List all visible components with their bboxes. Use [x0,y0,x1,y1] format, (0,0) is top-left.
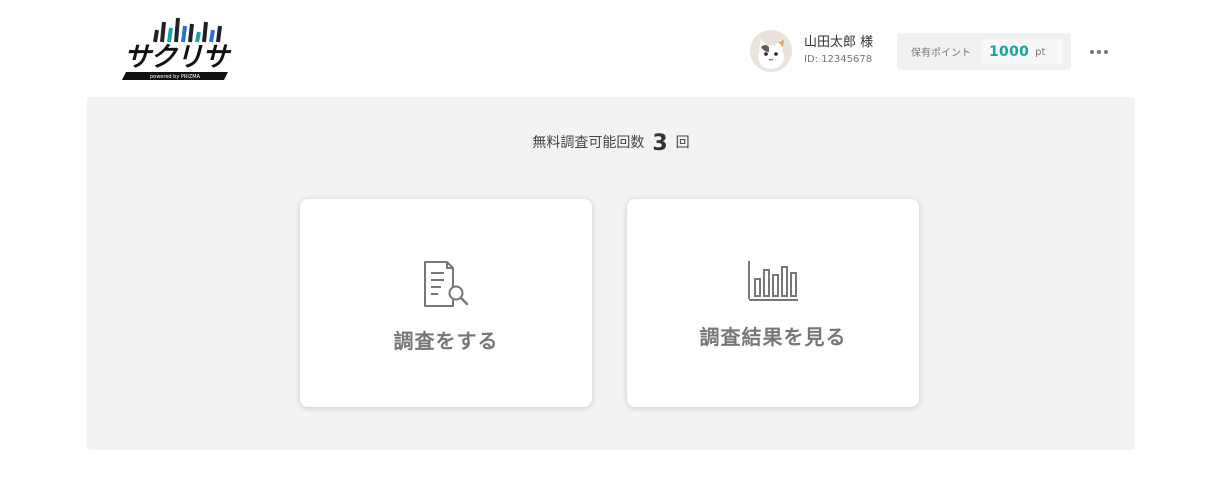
main-panel: 無料調査可能回数 3 回 調査をする 調査結果を見る [87,97,1135,450]
points-unit: pt [1035,47,1046,58]
user-id: ID: 12345678 [804,54,873,66]
cat-avatar-icon [750,30,792,72]
view-results-label: 調査結果を見る [699,325,847,349]
counter-value: 3 [652,131,668,156]
start-survey-card[interactable]: 調査をする [300,199,592,407]
logo-mark: powered by PRIZMA サクリサ [122,17,232,80]
counter-unit: 回 [675,135,690,151]
counter-label: 無料調査可能回数 [532,135,645,151]
logo-wordmark: サクリサ [124,42,232,73]
user-profile[interactable]: 山田太郎 様 ID: 12345678 [750,30,873,72]
more-dots-icon[interactable] [1084,42,1114,62]
points-box: 1000 pt [981,39,1063,64]
view-results-card[interactable]: 調査結果を見る [627,199,919,407]
bar-chart-icon [748,261,798,301]
start-survey-label: 調査をする [393,329,499,353]
dot [1097,50,1101,54]
dot [1090,50,1094,54]
logo-tagline: powered by PRIZMA [150,74,201,80]
document-search-icon [424,261,469,307]
points-value: 1000 [989,43,1030,60]
page: powered by PRIZMA サクリサ 山田太郎 様 ID: 123456… [0,0,1220,500]
user-name: 山田太郎 様 [804,35,874,51]
dot [1104,50,1108,54]
points-label: 保有ポイント [911,48,971,59]
free-survey-counter: 無料調査可能回数 3 回 [87,131,1135,156]
points-display: 保有ポイント 1000 pt [897,33,1071,70]
logo[interactable]: powered by PRIZMA サクリサ [122,14,232,84]
